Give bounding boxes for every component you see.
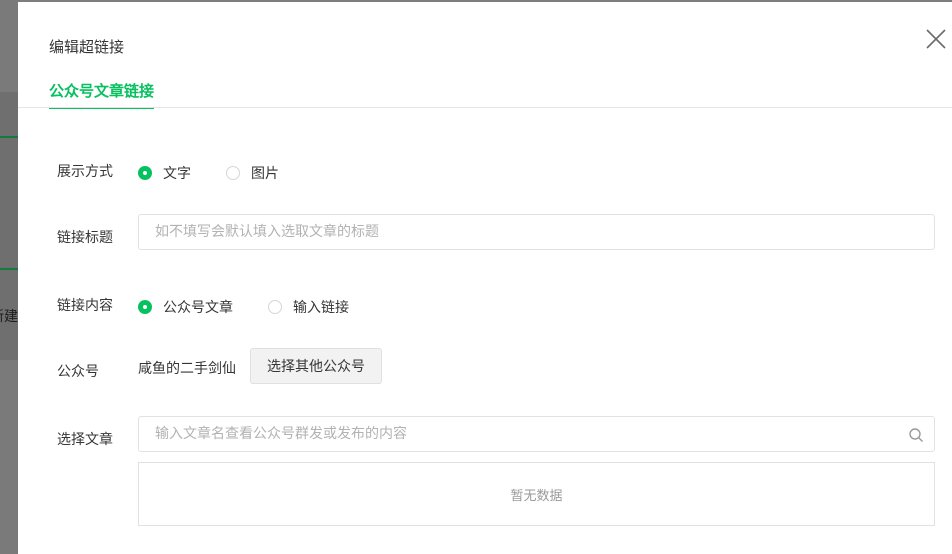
radio-text-mode[interactable]: 文字	[138, 163, 191, 183]
background-label: 新建	[0, 309, 18, 325]
link-title-input[interactable]	[139, 215, 895, 249]
link-title-field[interactable]	[138, 214, 935, 250]
radio-label: 输入链接	[293, 300, 349, 316]
edit-hyperlink-dialog: 编辑超链接 公众号文章链接 展示方式 文字 图片 链接标题 链接内容 公众号文章…	[18, 2, 952, 554]
account-label: 公众号	[57, 364, 99, 380]
radio-unchecked-icon	[226, 166, 240, 180]
radio-label: 公众号文章	[163, 300, 233, 316]
link-title-label: 链接标题	[57, 230, 113, 246]
article-search-field[interactable]	[138, 416, 935, 452]
article-results-list: 暂无数据	[138, 462, 935, 526]
radio-checked-icon	[138, 166, 152, 180]
display-mode-label: 展示方式	[57, 164, 113, 180]
account-name: 咸鱼的二手剑仙	[138, 361, 236, 377]
radio-input-link[interactable]: 输入链接	[268, 297, 349, 317]
background-divider	[0, 268, 20, 270]
close-icon	[926, 29, 946, 49]
radio-article-link[interactable]: 公众号文章	[138, 297, 233, 317]
search-icon[interactable]	[908, 427, 924, 443]
choose-other-account-button[interactable]: 选择其他公众号	[250, 348, 382, 384]
link-content-label: 链接内容	[57, 298, 113, 314]
background-divider	[0, 136, 20, 138]
radio-image-mode[interactable]: 图片	[226, 163, 279, 183]
empty-state-text: 暂无数据	[510, 488, 563, 504]
close-button[interactable]	[924, 27, 948, 51]
article-label: 选择文章	[57, 432, 113, 448]
radio-label: 文字	[163, 166, 191, 182]
radio-checked-icon	[138, 300, 152, 314]
article-search-input[interactable]	[139, 417, 895, 451]
tab-divider	[18, 107, 952, 108]
tab-article-link[interactable]: 公众号文章链接	[49, 80, 155, 109]
dialog-title: 编辑超链接	[49, 38, 125, 56]
radio-unchecked-icon	[268, 300, 282, 314]
radio-label: 图片	[251, 166, 279, 182]
